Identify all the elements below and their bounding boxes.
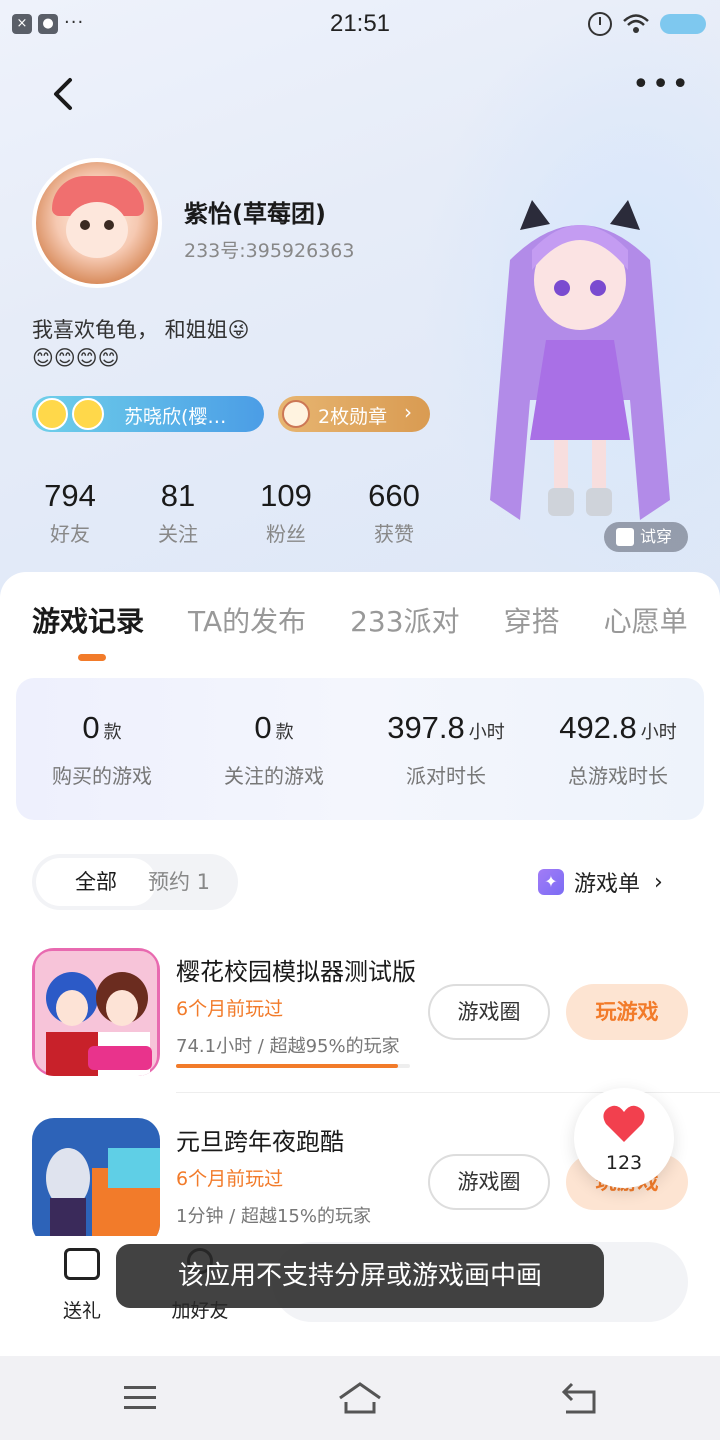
- progress-fill: [176, 1064, 399, 1068]
- game-filter: 全部 预约 1: [32, 854, 238, 910]
- tab-posts[interactable]: TA的发布: [188, 600, 306, 640]
- profile-stats: 794 好友 81 关注 109 粉丝 660 获赞: [16, 478, 448, 547]
- like-button[interactable]: 123: [574, 1088, 674, 1188]
- summary-label: 总游戏时长: [568, 764, 668, 788]
- filter-reserve-button[interactable]: 预约 1: [148, 854, 238, 910]
- summary-unit: 小时: [468, 722, 505, 743]
- battery-icon: [660, 14, 706, 34]
- summary-label: 派对时长: [406, 764, 486, 788]
- stat-following[interactable]: 81 关注: [124, 478, 232, 547]
- more-options-button[interactable]: •••: [632, 70, 689, 104]
- summary-unit: 小时: [640, 722, 677, 743]
- star-eyes-emoji-icon: [72, 398, 104, 430]
- game-row[interactable]: 樱花校园模拟器测试版 6个月前玩过 74.1小时 / 超越95%的玩家 游戏圈 …: [0, 948, 720, 1108]
- like-count: 123: [605, 1152, 643, 1174]
- play-progress-text: 1分钟 / 超越15%的玩家: [176, 1206, 371, 1227]
- group-label: 苏晓欣(樱…: [124, 406, 227, 428]
- game-circle-button[interactable]: 游戏圈: [428, 984, 550, 1040]
- alarm-icon: [588, 12, 612, 36]
- summary-value: 0: [254, 710, 272, 745]
- status-bar: × ● ··· 21:51: [0, 0, 720, 52]
- bio: 我喜欢龟龟， 和姐姐😜 😊😊😊😊: [32, 316, 432, 372]
- badges-label: 2枚勋章: [318, 406, 388, 428]
- summary-label: 购买的游戏: [52, 764, 152, 788]
- game-list-link[interactable]: ✦ 游戏单 ›: [538, 866, 663, 898]
- send-gift-button[interactable]: 送礼: [58, 1248, 106, 1323]
- wifi-icon: [623, 14, 649, 33]
- badges-pill[interactable]: 2枚勋章 ›: [278, 396, 430, 432]
- stat-likes[interactable]: 660 获赞: [340, 478, 448, 547]
- chevron-right-icon: ›: [404, 400, 412, 424]
- summary-total-time: 492.8 小时 总游戏时长: [532, 678, 704, 820]
- heart-icon: [603, 1105, 645, 1142]
- stat-label: 粉丝: [266, 522, 306, 546]
- system-nav-bar: [0, 1356, 720, 1440]
- stat-value: 81: [160, 478, 196, 513]
- tab-outfits[interactable]: 穿搭: [504, 600, 560, 640]
- toast-message: 该应用不支持分屏或游戏画中画: [116, 1244, 604, 1308]
- bio-emoji-line: 😊😊😊😊: [32, 346, 120, 370]
- game-circle-button[interactable]: 游戏圈: [428, 1154, 550, 1210]
- last-played: 6个月前玩过: [176, 1168, 284, 1190]
- tab-game-records[interactable]: 游戏记录: [32, 600, 144, 640]
- stat-fans[interactable]: 109 粉丝: [232, 478, 340, 547]
- gift-icon: [64, 1248, 100, 1280]
- group-pill[interactable]: 苏晓欣(樱…: [32, 396, 264, 432]
- stat-value: 109: [260, 478, 312, 513]
- stat-label: 获赞: [374, 522, 414, 546]
- progress-bar: [176, 1064, 410, 1068]
- medal-icon: [282, 400, 310, 428]
- profile-tabs: 游戏记录 TA的发布 233派对 穿搭 心愿单: [32, 600, 688, 640]
- game-title: 樱花校园模拟器测试版: [176, 958, 416, 986]
- summary-party-time: 397.8 小时 派对时长: [360, 678, 532, 820]
- summary-followed[interactable]: 0款 关注的游戏: [188, 678, 360, 820]
- summary-value: 0: [82, 710, 100, 745]
- avatar-character[interactable]: [470, 200, 690, 540]
- summary-unit: 款: [275, 722, 294, 743]
- chevron-right-icon: ›: [654, 869, 663, 895]
- shirt-icon: [616, 528, 634, 546]
- stat-label: 关注: [158, 522, 198, 546]
- back-nav-icon[interactable]: [560, 1380, 600, 1416]
- stat-value: 660: [368, 478, 420, 513]
- summary-value: 397.8: [387, 710, 465, 745]
- game-icon: [32, 1118, 160, 1246]
- stat-friends[interactable]: 794 好友: [16, 478, 124, 547]
- filter-all-button[interactable]: 全部: [36, 858, 156, 906]
- summary-unit: 款: [103, 722, 122, 743]
- game-summary-card: 0款 购买的游戏 0款 关注的游戏 397.8 小时 派对时长 492.8 小时 总…: [16, 678, 704, 820]
- back-button[interactable]: [44, 74, 84, 114]
- sunglasses-emoji-icon: [36, 398, 68, 430]
- game-icon: [32, 948, 160, 1076]
- stat-value: 794: [44, 478, 96, 513]
- send-gift-label: 送礼: [62, 1300, 101, 1322]
- stat-label: 好友: [50, 522, 90, 546]
- home-icon[interactable]: [338, 1380, 382, 1416]
- summary-purchased[interactable]: 0款 购买的游戏: [16, 678, 188, 820]
- active-tab-indicator: [78, 654, 106, 661]
- nickname: 紫怡(草莓团): [184, 200, 326, 228]
- bio-line: 我喜欢龟龟， 和姐姐😜: [32, 318, 250, 342]
- try-on-button[interactable]: 试穿: [604, 522, 688, 552]
- user-id[interactable]: 233号:395926363: [184, 236, 354, 263]
- sparkle-icon: ✦: [538, 869, 564, 895]
- tab-party[interactable]: 233派对: [350, 600, 459, 640]
- game-list-label: 游戏单: [574, 872, 641, 897]
- play-game-button[interactable]: 玩游戏: [566, 984, 688, 1040]
- summary-label: 关注的游戏: [224, 764, 324, 788]
- play-progress-text: 74.1小时 / 超越95%的玩家: [176, 1036, 400, 1057]
- menu-icon[interactable]: [120, 1380, 160, 1416]
- summary-value: 492.8: [559, 710, 637, 745]
- game-title: 元旦跨年夜跑酷: [176, 1128, 344, 1156]
- last-played: 6个月前玩过: [176, 998, 284, 1020]
- avatar[interactable]: [32, 158, 162, 288]
- tab-wishlist[interactable]: 心愿单: [604, 600, 688, 640]
- try-on-label: 试穿: [640, 527, 673, 546]
